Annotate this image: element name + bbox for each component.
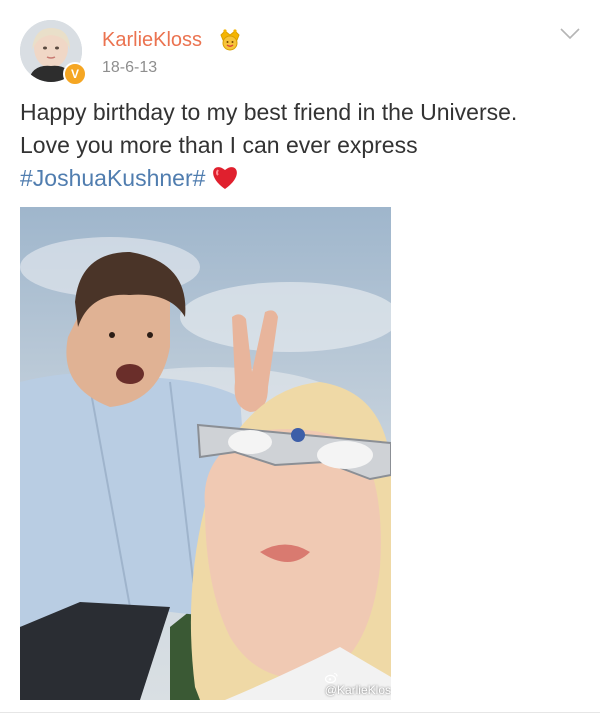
hashtag-link[interactable]: #JoshuaKushner#	[20, 165, 205, 191]
post-body: Happy birthday to my best friend in the …	[20, 96, 580, 199]
image-watermark: @KarlieKlos	[324, 672, 391, 697]
chevron-down-icon[interactable]	[559, 26, 581, 47]
post-text-line: Love you more than I can ever express	[20, 132, 418, 158]
post-photo[interactable]: @KarlieKlos	[20, 207, 391, 700]
divider	[0, 712, 600, 713]
author-name[interactable]: KarlieKloss	[102, 29, 202, 52]
crown-icon	[219, 27, 241, 56]
post-text-line: Happy birthday to my best friend in the …	[20, 99, 518, 125]
heart-icon	[211, 164, 239, 199]
verified-badge: V	[63, 62, 87, 86]
post-timestamp: 18-6-13	[102, 59, 158, 76]
post-header: V KarlieKloss 18-6-13	[0, 0, 600, 95]
watermark-text: @KarlieKlos	[324, 683, 391, 697]
weibo-logo-icon	[324, 672, 391, 683]
